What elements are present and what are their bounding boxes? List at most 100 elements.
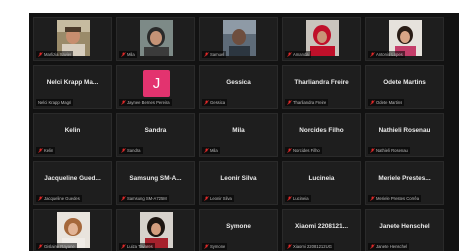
participant-video: [140, 20, 173, 56]
participant-display-name: Leonir Silva: [220, 175, 257, 182]
participant-name: Nathieli Rosenau: [376, 148, 408, 153]
participant-display-name: Lucineia: [308, 175, 335, 182]
avatar-initial: J: [152, 75, 161, 92]
participant-display-name: Janete Henschel: [379, 223, 430, 230]
participant-name: Mila: [127, 52, 135, 57]
participant-tile[interactable]: Amanda: [282, 17, 361, 61]
participant-name-label: Nathieli Rosenau: [368, 147, 410, 154]
participant-name: Odete Martins: [376, 100, 403, 105]
participant-name-label: Norcides Filho: [285, 147, 322, 154]
participant-name: Antonio Lopes: [376, 52, 403, 57]
muted-mic-icon: [370, 196, 375, 201]
participant-name-label: Sandra: [119, 147, 143, 154]
participant-name: Lucineia: [293, 196, 309, 201]
participant-tile[interactable]: Tharliandra Freire Tharliandra Freire: [282, 65, 361, 109]
participant-name-label: Meriele Prestes Corrêa: [368, 195, 422, 202]
muted-mic-icon: [287, 196, 292, 201]
participant-tile[interactable]: Odete Martins Odete Martins: [365, 65, 444, 109]
muted-mic-icon: [204, 100, 209, 105]
participant-display-name: Xiaomi 2208121...: [295, 223, 348, 230]
muted-mic-icon: [38, 196, 43, 201]
muted-mic-icon: [121, 148, 126, 153]
participant-name: Samsung SM-A725M: [127, 196, 167, 201]
participant-name: Marlizia Xavier: [44, 52, 72, 57]
participant-display-name: Sandra: [144, 127, 167, 134]
participant-tile[interactable]: Luiza Tavares: [116, 209, 195, 251]
participant-tile[interactable]: Jacqueline Gued... Jacqueline Guedes: [33, 161, 112, 205]
participant-tile[interactable]: Lucineia Lucineia: [282, 161, 361, 205]
participant-tile[interactable]: Nelci Krapp Ma... Nelci Krapp Magri: [33, 65, 112, 109]
muted-mic-icon: [38, 52, 43, 57]
muted-mic-icon: [370, 100, 375, 105]
participant-name-label: Marlizia Xavier: [36, 51, 74, 58]
participant-name: Amanda: [293, 52, 309, 57]
participant-name: Jaynee Bernes Pereira: [127, 100, 170, 105]
participant-display-name: Jacqueline Gued...: [44, 175, 101, 182]
participant-tile[interactable]: Gessica Gessica: [199, 65, 278, 109]
participant-tile[interactable]: Gislaine Rayane: [33, 209, 112, 251]
participant-name-label: Jacqueline Guedes: [36, 195, 82, 202]
meeting-gallery-view: Marlizia Xavier Mila Samuel Amanda Anton…: [29, 13, 459, 251]
participant-tile[interactable]: Marlizia Xavier: [33, 17, 112, 61]
participant-name: Mila: [210, 148, 218, 153]
muted-mic-icon: [287, 244, 292, 249]
participant-name: Leonir Silva: [210, 196, 232, 201]
participant-tile[interactable]: Antonio Lopes: [365, 17, 444, 61]
participant-tile[interactable]: Samuel: [199, 17, 278, 61]
participant-name: Norcides Filho: [293, 148, 320, 153]
muted-mic-icon: [121, 244, 126, 249]
participant-name-label: Odete Martins: [368, 99, 405, 106]
participant-display-name: Mila: [232, 127, 245, 134]
participant-tile[interactable]: Mila: [116, 17, 195, 61]
participant-name-label: Kelin: [36, 147, 56, 154]
participant-tile[interactable]: J Jaynee Bernes Pereira: [116, 65, 195, 109]
participant-name: Nelci Krapp Magri: [38, 100, 72, 105]
muted-mic-icon: [204, 196, 209, 201]
participant-name-label: Xiaomi 22081212UG: [285, 243, 334, 250]
participant-name-label: Amanda: [285, 51, 311, 58]
participant-display-name: Odete Martins: [383, 79, 426, 86]
participant-display-name: Norcides Filho: [299, 127, 344, 134]
participant-tile[interactable]: Nathieli Rosenau Nathieli Rosenau: [365, 113, 444, 157]
muted-mic-icon: [204, 148, 209, 153]
participant-name: Luiza Tavares: [127, 244, 153, 249]
participant-name-label: Mila: [202, 147, 220, 154]
participant-name: Gislaine Rayane: [44, 244, 75, 249]
participant-display-name: Gessica: [226, 79, 251, 86]
muted-mic-icon: [204, 244, 209, 249]
participant-name-label: Gessica: [202, 99, 228, 106]
participant-tile[interactable]: Kelin Kelin: [33, 113, 112, 157]
participant-name: Gessica: [210, 100, 226, 105]
participant-name: Jacqueline Guedes: [44, 196, 80, 201]
participant-display-name: Kelin: [64, 127, 81, 134]
participant-name-label: Samuel: [202, 51, 227, 58]
participant-name-label: Symone: [202, 243, 228, 250]
participant-video: [223, 20, 256, 56]
participant-tile[interactable]: Norcides Filho Norcides Filho: [282, 113, 361, 157]
participant-tile[interactable]: Meriele Prestes... Meriele Prestes Corrê…: [365, 161, 444, 205]
participant-tile[interactable]: Leonir Silva Leonir Silva: [199, 161, 278, 205]
participant-name-label: Leonir Silva: [202, 195, 234, 202]
muted-mic-icon: [121, 52, 126, 57]
participant-display-name: Samsung SM-A...: [129, 175, 182, 182]
muted-mic-icon: [370, 148, 375, 153]
participant-display-name: Meriele Prestes...: [378, 175, 431, 182]
participant-name-label: Antonio Lopes: [368, 51, 405, 58]
participant-tile[interactable]: Xiaomi 2208121... Xiaomi 22081212UG: [282, 209, 361, 251]
participant-tile[interactable]: Sandra Sandra: [116, 113, 195, 157]
participant-grid: Marlizia Xavier Mila Samuel Amanda Anton…: [33, 17, 444, 251]
muted-mic-icon: [121, 196, 126, 201]
muted-mic-icon: [38, 244, 43, 249]
participant-name-label: Nelci Krapp Magri: [36, 99, 74, 106]
participant-name-label: Lucineia: [285, 195, 311, 202]
participant-name: Xiaomi 22081212UG: [293, 244, 332, 249]
participant-tile[interactable]: Samsung SM-A... Samsung SM-A725M: [116, 161, 195, 205]
muted-mic-icon: [370, 52, 375, 57]
participant-tile[interactable]: Mila Mila: [199, 113, 278, 157]
participant-name: Tharliandra Freire: [293, 100, 327, 105]
participant-tile[interactable]: Symone Symone: [199, 209, 278, 251]
muted-mic-icon: [38, 148, 43, 153]
participant-tile[interactable]: Janete Henschel Janete Henschel: [365, 209, 444, 251]
participant-display-name: Tharliandra Freire: [294, 79, 349, 86]
muted-mic-icon: [370, 244, 375, 249]
